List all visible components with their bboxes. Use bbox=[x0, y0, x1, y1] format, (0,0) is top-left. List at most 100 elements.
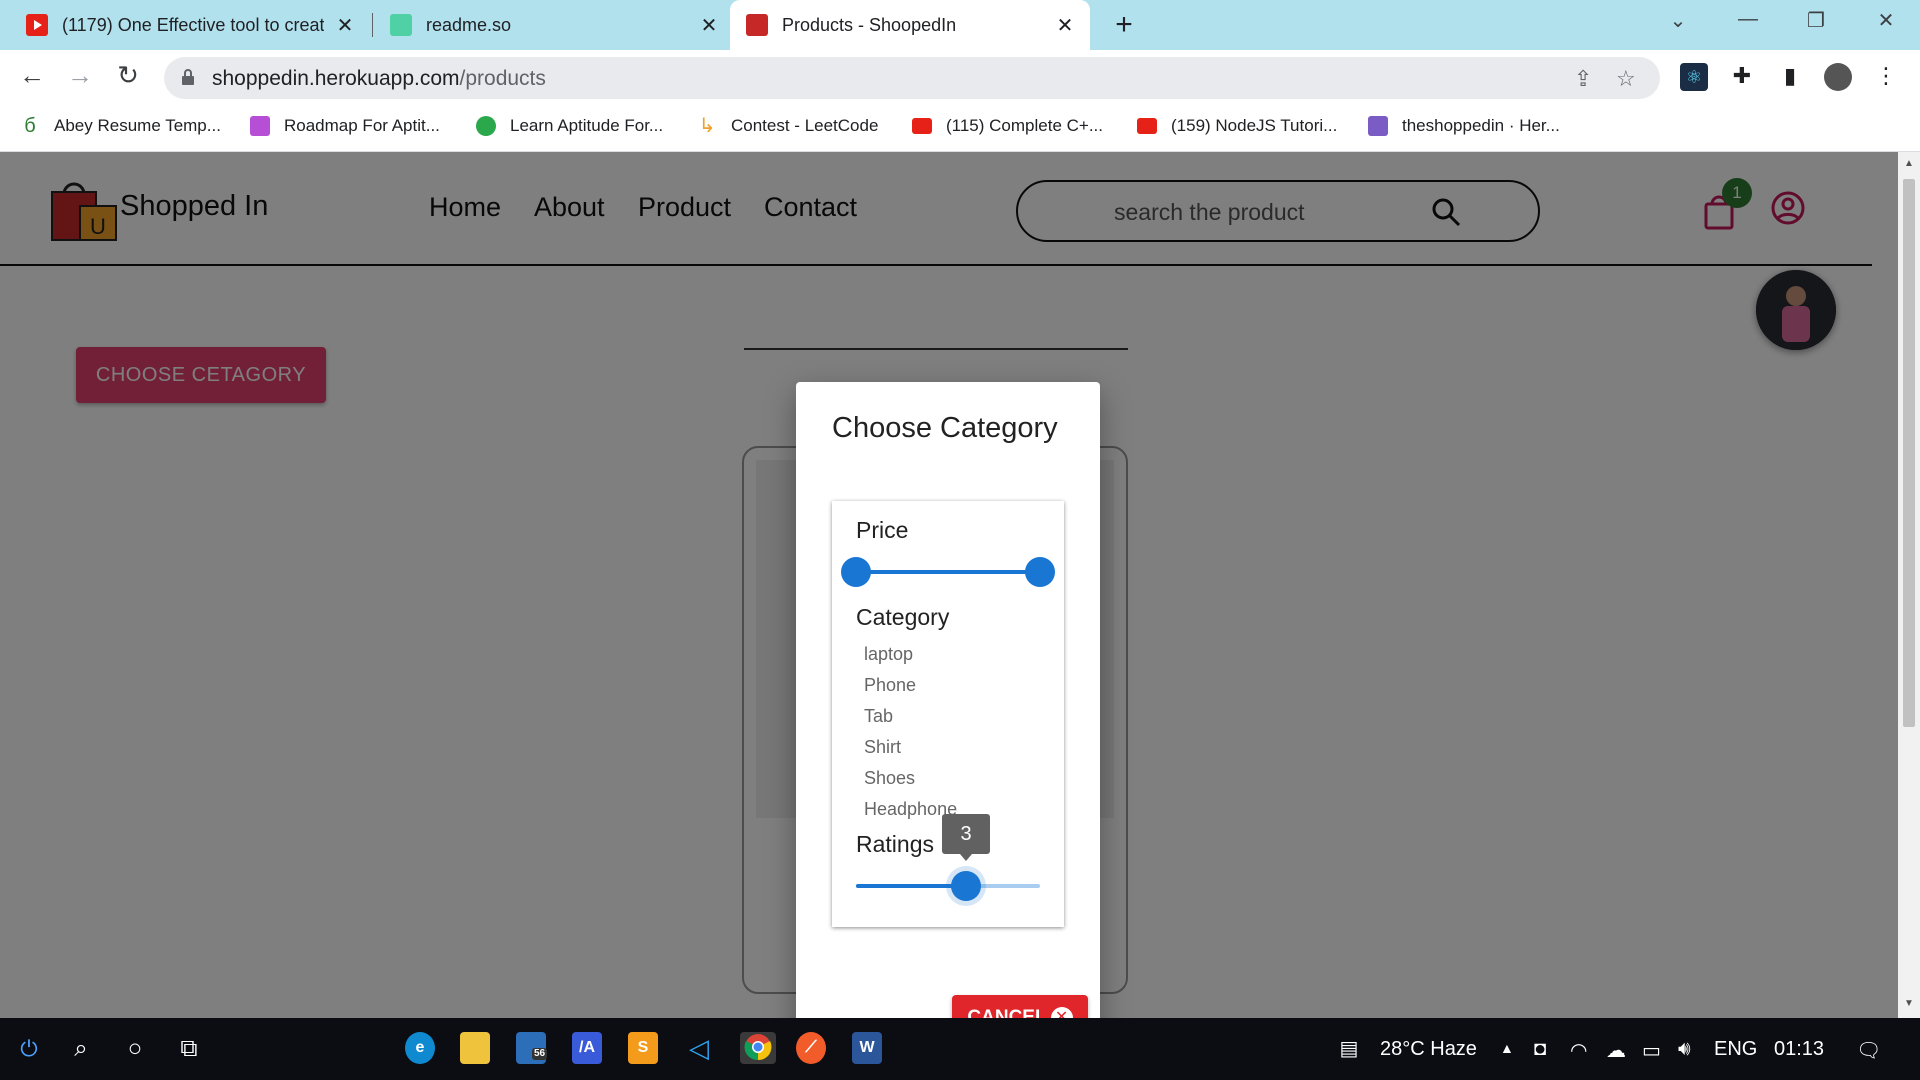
word-app-icon[interactable]: W bbox=[852, 1032, 882, 1064]
share-icon[interactable]: ⇪ bbox=[1574, 66, 1592, 92]
volume-icon[interactable]: 🔊︎ bbox=[1678, 1038, 1691, 1061]
restore-button[interactable]: ❐ bbox=[1796, 8, 1836, 33]
tab-youtube[interactable]: (1179) One Effective tool to creat ✕ bbox=[26, 0, 356, 50]
url-domain: shoppedin.herokuapp.com bbox=[212, 67, 460, 90]
weather-news-icon[interactable]: ▤ bbox=[1334, 1034, 1364, 1064]
battery-icon[interactable]: ▭ bbox=[1642, 1038, 1661, 1063]
category-item-shirt[interactable]: Shirt bbox=[864, 737, 901, 758]
close-tab-icon[interactable]: ✕ bbox=[334, 13, 356, 38]
extensions-icon[interactable]: ✚ bbox=[1728, 63, 1756, 91]
tab-title: readme.so bbox=[426, 14, 512, 35]
bookmark-item[interactable]: ↳ Contest - LeetCode bbox=[697, 116, 879, 136]
tab-separator bbox=[372, 13, 373, 37]
bookmark-label: Contest - LeetCode bbox=[731, 116, 879, 135]
bookmark-item[interactable]: (115) Complete C+... bbox=[912, 116, 1103, 136]
close-circle-icon: ✕ bbox=[1050, 1007, 1073, 1018]
scroll-up-arrow-icon[interactable]: ▲ bbox=[1903, 158, 1915, 169]
price-label: Price bbox=[856, 517, 909, 543]
url-text: shoppedin.herokuapp.com/products bbox=[212, 67, 546, 91]
edge-app-icon[interactable]: e bbox=[405, 1032, 435, 1064]
browser-toolbar: ← → ↻ shoppedin.herokuapp.com/products ⇪… bbox=[0, 50, 1920, 106]
heroku-icon bbox=[1368, 116, 1388, 136]
youtube-icon bbox=[26, 14, 48, 36]
weather-text[interactable]: 28°C Haze bbox=[1380, 1038, 1477, 1061]
bookmark-label: Abey Resume Temp... bbox=[54, 116, 221, 135]
show-hidden-icons[interactable]: ▲ bbox=[1500, 1040, 1514, 1056]
bookmark-item[interactable]: (159) NodeJS Tutori... bbox=[1137, 116, 1337, 136]
menu-kebab-icon[interactable]: ⋮ bbox=[1872, 63, 1900, 91]
cancel-button[interactable]: CANCEL ✕ bbox=[952, 995, 1088, 1018]
close-tab-icon[interactable]: ✕ bbox=[698, 13, 720, 38]
category-item-phone[interactable]: Phone bbox=[864, 675, 916, 696]
category-item-shoes[interactable]: Shoes bbox=[864, 768, 915, 789]
category-item-laptop[interactable]: laptop bbox=[864, 644, 913, 665]
chrome-app-icon[interactable] bbox=[740, 1032, 776, 1064]
cancel-label: CANCEL bbox=[967, 1007, 1047, 1018]
bookmark-label: (115) Complete C+... bbox=[946, 116, 1104, 135]
language-indicator[interactable]: ENG bbox=[1714, 1038, 1757, 1061]
vs-app-icon[interactable]: /A bbox=[572, 1032, 602, 1064]
price-range-track[interactable] bbox=[856, 570, 1040, 574]
forward-button[interactable]: → bbox=[62, 60, 98, 91]
side-panel-icon[interactable]: ▮ bbox=[1776, 63, 1804, 91]
wifi-icon[interactable]: ◠ bbox=[1570, 1038, 1587, 1063]
choose-category-dialog: Choose Category Price Category laptop Ph… bbox=[796, 382, 1100, 1018]
bookmark-star-icon[interactable]: ☆ bbox=[1616, 66, 1636, 92]
windows-taskbar: ⏻ ⌕ ○ ⧉ e 56 /A S ◁ ⟋ W ▤ 28°C Haze ▲ ◘ … bbox=[0, 1018, 1920, 1080]
bookmark-label: Learn Aptitude For... bbox=[510, 116, 664, 135]
bookmark-item[interactable]: б Abey Resume Temp... bbox=[20, 116, 221, 136]
tab-title: (1179) One Effective tool to creat bbox=[62, 14, 325, 35]
tab-search-icon[interactable]: ⌄ bbox=[1658, 8, 1698, 33]
tab-readme[interactable]: readme.so ✕ bbox=[390, 0, 720, 50]
reload-button[interactable]: ↻ bbox=[110, 60, 146, 91]
power-icon[interactable]: ⏻ bbox=[14, 1034, 44, 1064]
task-view-icon[interactable]: ⧉ bbox=[174, 1034, 204, 1064]
youtube-icon bbox=[1137, 118, 1157, 134]
tab-products-active[interactable]: Products - ShoopedIn ✕ bbox=[730, 0, 1090, 50]
youtube-icon bbox=[912, 118, 932, 134]
bookmark-item[interactable]: theshoppedin · Her... bbox=[1368, 116, 1560, 136]
mail-badge: 56 bbox=[532, 1048, 548, 1060]
scrollbar-thumb[interactable] bbox=[1903, 179, 1915, 727]
bookmark-label: (159) NodeJS Tutori... bbox=[1171, 116, 1338, 135]
category-item-tab[interactable]: Tab bbox=[864, 706, 893, 727]
filter-panel: Price Category laptop Phone Tab Shirt Sh… bbox=[832, 501, 1064, 927]
mail-app-icon[interactable]: 56 bbox=[516, 1032, 548, 1064]
ratings-value-tooltip: 3 bbox=[942, 814, 990, 861]
bookmarks-bar: б Abey Resume Temp... Roadmap For Aptit.… bbox=[0, 106, 1920, 152]
bookmark-item[interactable]: Learn Aptitude For... bbox=[476, 116, 663, 136]
price-min-thumb[interactable] bbox=[841, 557, 871, 587]
address-bar[interactable]: shoppedin.herokuapp.com/products ⇪ ☆ bbox=[164, 57, 1660, 99]
new-tab-button[interactable]: + bbox=[1108, 8, 1140, 42]
url-path: /products bbox=[459, 67, 546, 90]
category-label: Category bbox=[856, 604, 950, 630]
page-viewport: U Shopped In Home About Product Contact … bbox=[0, 152, 1920, 1018]
ratings-slider-thumb[interactable] bbox=[951, 871, 981, 901]
chrome-logo bbox=[744, 1034, 772, 1061]
onedrive-icon[interactable]: ☁ bbox=[1606, 1038, 1626, 1063]
meet-now-icon[interactable]: ◘ bbox=[1534, 1038, 1546, 1061]
minimize-button[interactable]: — bbox=[1728, 8, 1768, 31]
clock[interactable]: 01:13 bbox=[1774, 1038, 1824, 1061]
ratings-label: Ratings bbox=[856, 831, 934, 857]
react-devtools-icon[interactable]: ⚛ bbox=[1680, 63, 1708, 91]
profile-avatar-icon[interactable] bbox=[1824, 63, 1852, 91]
readme-icon bbox=[390, 14, 412, 36]
postman-icon[interactable]: ⟋ bbox=[796, 1032, 826, 1064]
notification-icon[interactable]: 🗨︎ bbox=[1856, 1038, 1881, 1063]
file-explorer-icon[interactable] bbox=[460, 1032, 490, 1064]
bookmark-label: theshoppedin · Her... bbox=[1402, 116, 1560, 135]
scroll-down-arrow-icon[interactable]: ▼ bbox=[1903, 998, 1915, 1009]
leaf-icon: б bbox=[20, 116, 40, 136]
close-tab-icon[interactable]: ✕ bbox=[1054, 13, 1076, 38]
hexagon-icon bbox=[476, 116, 496, 136]
price-max-thumb[interactable] bbox=[1025, 557, 1055, 587]
bookmark-item[interactable]: Roadmap For Aptit... bbox=[250, 116, 440, 136]
search-icon[interactable]: ⌕ bbox=[66, 1034, 96, 1064]
back-button[interactable]: ← bbox=[14, 60, 50, 91]
vscode-icon[interactable]: ◁ bbox=[684, 1032, 714, 1064]
cortana-circle-icon[interactable]: ○ bbox=[120, 1034, 150, 1064]
sublime-text-icon[interactable]: S bbox=[628, 1032, 658, 1064]
close-window-button[interactable]: ✕ bbox=[1866, 8, 1906, 33]
page-scrollbar[interactable]: ▲ ▼ bbox=[1898, 152, 1920, 1018]
